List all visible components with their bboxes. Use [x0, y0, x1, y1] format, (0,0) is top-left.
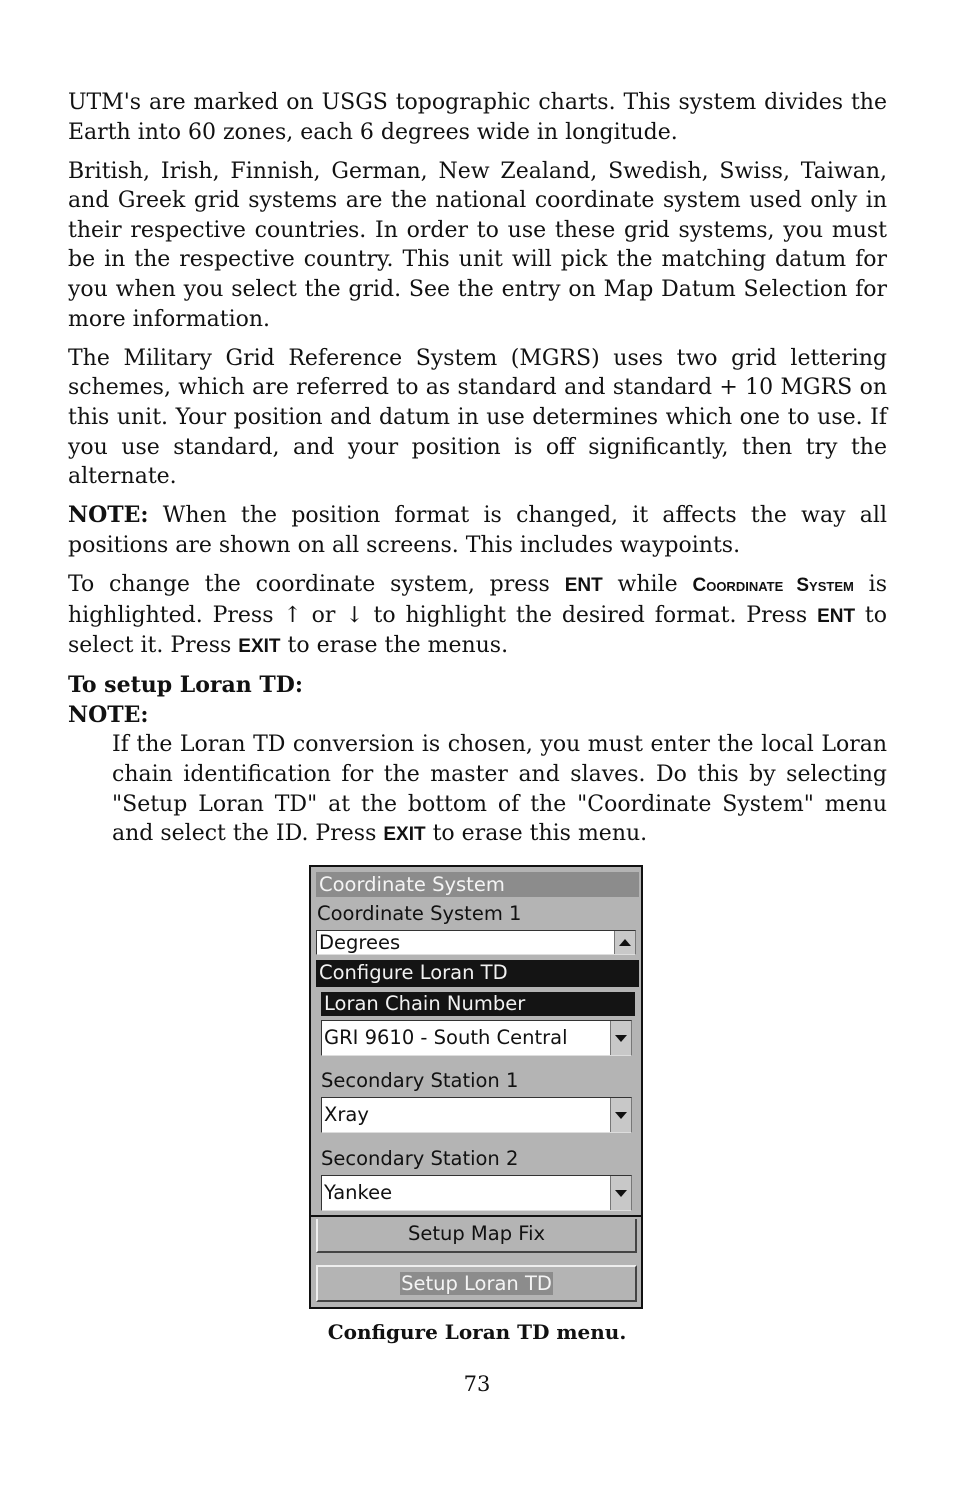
note-label: NOTE:	[68, 502, 149, 529]
paragraph-note: NOTE: When the position format is change…	[68, 501, 887, 560]
dropdown-button[interactable]	[610, 1098, 631, 1132]
loran-chain-number-label: Loran Chain Number	[321, 992, 635, 1016]
scroll-up-button[interactable]	[614, 931, 635, 954]
setup-loran-td-button[interactable]: Setup Loran TD	[316, 1265, 637, 1302]
configure-loran-td-screenshot: Coordinate System Coordinate System 1 De…	[309, 865, 643, 1309]
page-number: 73	[463, 1372, 491, 1396]
paragraph-loran-note: If the Loran TD conversion is chosen, yo…	[112, 730, 887, 849]
secondary-station-2-value: Yankee	[324, 1181, 393, 1204]
text-span: to erase the menus.	[280, 633, 509, 659]
exit-key: EXIT	[238, 636, 281, 658]
secondary-station-1-label: Secondary Station 1	[321, 1069, 519, 1092]
secondary-station-2-select[interactable]: Yankee	[321, 1175, 632, 1211]
paragraph-national-grids: British, Irish, Finnish, German, New Zea…	[68, 158, 887, 332]
menu-title: Coordinate System	[316, 872, 639, 897]
chevron-down-icon	[615, 1111, 627, 1119]
secondary-station-1-value: Xray	[324, 1103, 369, 1126]
coordinate-system-1-select[interactable]: Degrees	[316, 930, 636, 955]
coordinate-system-1-value: Degrees	[319, 931, 401, 954]
dropdown-button[interactable]	[610, 1176, 631, 1210]
text-span: To change the coordinate system, press	[68, 571, 565, 597]
chevron-down-icon	[615, 1189, 627, 1197]
loran-note-block: If the Loran TD conversion is chosen, yo…	[68, 730, 887, 849]
ent-key: ENT	[564, 574, 603, 596]
setup-loran-heading: To setup Loran TD:	[68, 672, 303, 699]
chevron-down-icon	[615, 1034, 627, 1042]
configure-loran-panel: Configure Loran TD Loran Chain Number GR…	[311, 960, 641, 1217]
text-span: while	[602, 571, 693, 597]
coordinate-system-menu-name: Coordinate System	[692, 574, 854, 596]
text-span: or	[301, 602, 346, 628]
figure-caption: Configure Loran TD menu.	[327, 1320, 627, 1344]
note-heading: NOTE:	[68, 701, 149, 728]
setup-map-fix-button[interactable]: Setup Map Fix	[316, 1219, 637, 1253]
setup-loran-td-label: Setup Loran TD	[400, 1272, 553, 1295]
panel-title: Configure Loran TD	[316, 960, 639, 987]
paragraph-utm: UTM's are marked on USGS topographic cha…	[68, 90, 887, 145]
setup-map-fix-label: Setup Map Fix	[407, 1222, 546, 1245]
text-span: to erase this menu.	[425, 821, 648, 847]
note-text: When the position format is changed, it …	[68, 503, 887, 558]
up-arrow-icon: ↑	[283, 602, 302, 628]
loran-chain-value: GRI 9610 - South Central	[324, 1026, 568, 1049]
paragraph-change-coordinate: To change the coordinate system, press E…	[68, 570, 887, 662]
down-arrow-icon: ↓	[345, 602, 364, 628]
exit-key: EXIT	[383, 824, 426, 846]
paragraph-mgrs: The Military Grid Reference System (MGRS…	[68, 345, 887, 490]
coordinate-system-1-label: Coordinate System 1	[317, 902, 522, 925]
dropdown-button[interactable]	[610, 1021, 631, 1055]
ent-key: ENT	[817, 605, 856, 627]
secondary-station-2-label: Secondary Station 2	[321, 1147, 519, 1170]
secondary-station-1-select[interactable]: Xray	[321, 1097, 632, 1133]
text-span: to highlight the desired format. Press	[363, 602, 818, 628]
page-body: UTM's are marked on USGS topographic cha…	[68, 88, 887, 850]
loran-chain-select[interactable]: GRI 9610 - South Central	[321, 1020, 632, 1056]
arrow-up-icon	[619, 939, 631, 946]
